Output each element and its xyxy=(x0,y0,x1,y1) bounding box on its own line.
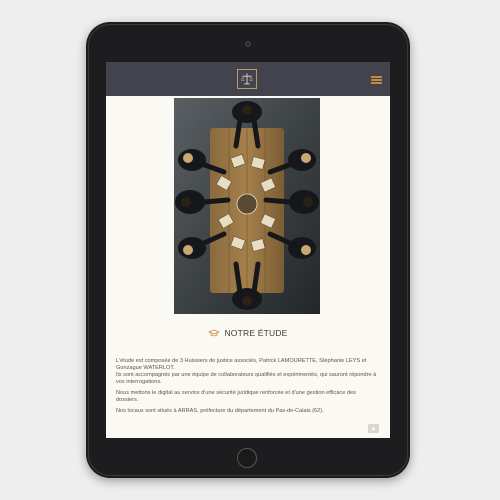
menu-bar xyxy=(371,82,382,84)
paragraph-partners: L'étude est composée de 3 Huissiers de j… xyxy=(116,358,367,371)
screen: NOTRE ÉTUDE L'étude est composée de 3 Hu… xyxy=(106,62,390,438)
paragraph-location: Nos locaux sont situés à ARRAS, préfectu… xyxy=(116,408,324,414)
scroll-to-top-button[interactable]: ▲ xyxy=(368,424,379,433)
section-title-text: NOTRE ÉTUDE xyxy=(224,328,288,338)
home-button[interactable] xyxy=(237,448,257,468)
hamburger-menu-icon[interactable] xyxy=(371,76,382,84)
chevron-up-icon: ▲ xyxy=(370,425,377,432)
menu-bar xyxy=(371,79,382,81)
graduation-cap-icon xyxy=(208,329,221,337)
hero-image-meeting-table xyxy=(174,98,320,314)
paragraph-team: Ils sont accompagnés par une équipe de c… xyxy=(116,372,377,385)
section-heading: NOTRE ÉTUDE xyxy=(106,328,390,338)
menu-bar xyxy=(371,76,382,78)
paragraph-digital: Nous mettons le digital au service d'une… xyxy=(116,390,356,403)
site-header xyxy=(106,62,390,96)
front-camera xyxy=(245,41,251,47)
page-content: L'étude est composée de 3 Huissiers de j… xyxy=(116,358,378,419)
tablet-device: NOTRE ÉTUDE L'étude est composée de 3 Hu… xyxy=(86,22,410,478)
scales-of-justice-logo-icon[interactable] xyxy=(237,69,257,89)
